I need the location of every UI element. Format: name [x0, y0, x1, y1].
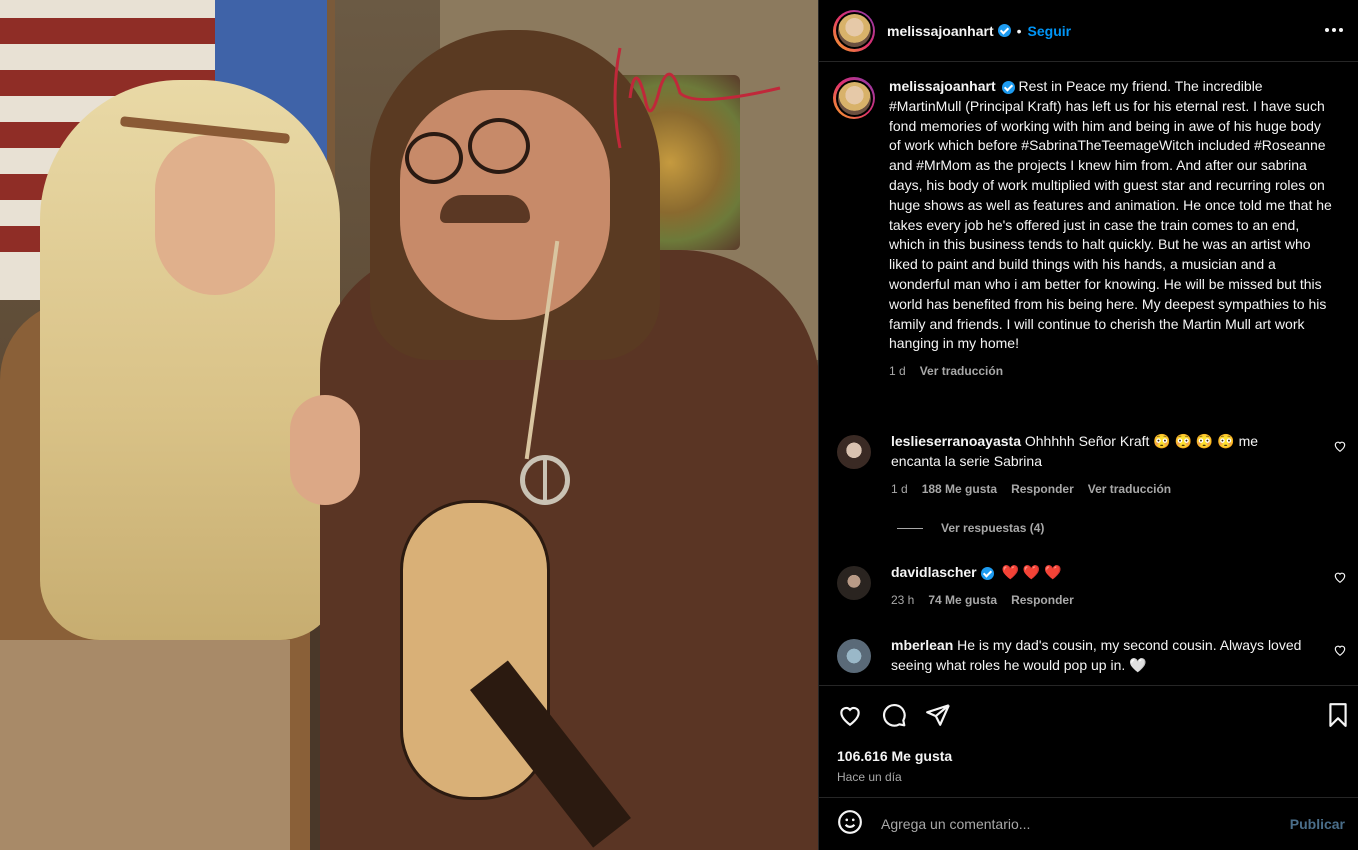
comments-scroll-area[interactable]: melissajoanhart Rest in Peace my friend.… — [819, 63, 1358, 685]
post-actions: 106.616 Me gusta Hace un día — [819, 685, 1358, 797]
comment-text: ❤️ ❤️ ❤️ — [1001, 564, 1062, 580]
post-photo[interactable] — [0, 0, 818, 850]
comment-composer: Publicar — [819, 797, 1358, 850]
comment-time[interactable]: 1 d — [891, 479, 908, 499]
comment-item: mberlean He is my dad's cousin, my secon… — [833, 635, 1353, 675]
commenter-username[interactable]: mberlean — [891, 637, 953, 653]
send-icon[interactable] — [925, 702, 951, 733]
caption-text: Rest in Peace my friend. The incredible … — [889, 78, 1332, 352]
heart-icon[interactable] — [837, 702, 863, 733]
post-side-panel: melissajoanhart • Seguir melissajoanhart… — [818, 0, 1358, 850]
peace-sign-hand — [290, 395, 360, 505]
comment-input[interactable] — [881, 816, 1271, 832]
likes-count[interactable]: 106.616 Me gusta — [837, 748, 952, 764]
peace-pendant — [520, 455, 570, 505]
post-caption: melissajoanhart Rest in Peace my friend.… — [833, 77, 1343, 382]
view-replies-button[interactable]: Ver respuestas (4) — [897, 521, 1044, 535]
commenter-avatar[interactable] — [837, 639, 871, 673]
commenter-username[interactable]: davidlascher — [891, 564, 977, 580]
caption-time[interactable]: 1 d — [889, 362, 906, 382]
post-timestamp: Hace un día — [837, 770, 902, 784]
verified-badge-icon — [997, 24, 1011, 37]
emoji-icon[interactable] — [837, 809, 863, 840]
comment-time[interactable]: 23 h — [891, 590, 914, 610]
woman-skirt — [0, 640, 290, 850]
heart-icon[interactable] — [1333, 570, 1347, 584]
woman-face — [155, 135, 275, 295]
caption-avatar[interactable] — [833, 77, 875, 119]
verified-badge-icon — [980, 566, 994, 580]
instagram-post-view: melissajoanhart • Seguir melissajoanhart… — [0, 0, 1358, 850]
commenter-avatar[interactable] — [837, 566, 871, 600]
autograph-signature — [613, 47, 781, 149]
comment-icon[interactable] — [881, 702, 907, 733]
view-replies-label: Ver respuestas (4) — [941, 521, 1045, 535]
comment-text: He is my dad's cousin, my second cousin.… — [891, 637, 1302, 673]
man-glasses-right — [468, 118, 530, 174]
heart-icon[interactable] — [1333, 643, 1347, 657]
author-username[interactable]: melissajoanhart — [887, 23, 994, 39]
man-glasses-left — [405, 132, 463, 184]
post-header: melissajoanhart • Seguir — [819, 0, 1358, 62]
caption-username[interactable]: melissajoanhart — [889, 78, 996, 94]
separator-dot: • — [1016, 22, 1022, 39]
commenter-avatar[interactable] — [837, 435, 871, 469]
bookmark-icon[interactable] — [1325, 702, 1351, 733]
comment-likes[interactable]: 74 Me gusta — [928, 590, 997, 610]
see-translation-link[interactable]: Ver traducción — [920, 362, 1003, 382]
comment-item: davidlascher ❤️ ❤️ ❤️ 23 h 74 Me gusta R… — [833, 562, 1353, 610]
verified-badge-icon — [1001, 80, 1015, 94]
reply-button[interactable]: Responder — [1011, 590, 1074, 610]
more-horizontal-icon[interactable] — [1325, 20, 1345, 40]
heart-icon[interactable] — [1333, 439, 1347, 453]
man-mustache — [440, 195, 530, 223]
publish-button[interactable]: Publicar — [1290, 816, 1345, 832]
comment-item: leslieserranoayasta Ohhhhh Señor Kraft 😳… — [833, 431, 1353, 499]
follow-button[interactable]: Seguir — [1028, 23, 1072, 39]
comment-likes[interactable]: 188 Me gusta — [922, 479, 997, 499]
see-translation-link[interactable]: Ver traducción — [1088, 479, 1171, 499]
commenter-username[interactable]: leslieserranoayasta — [891, 433, 1021, 449]
author-avatar[interactable] — [833, 9, 875, 52]
reply-button[interactable]: Responder — [1011, 479, 1074, 499]
